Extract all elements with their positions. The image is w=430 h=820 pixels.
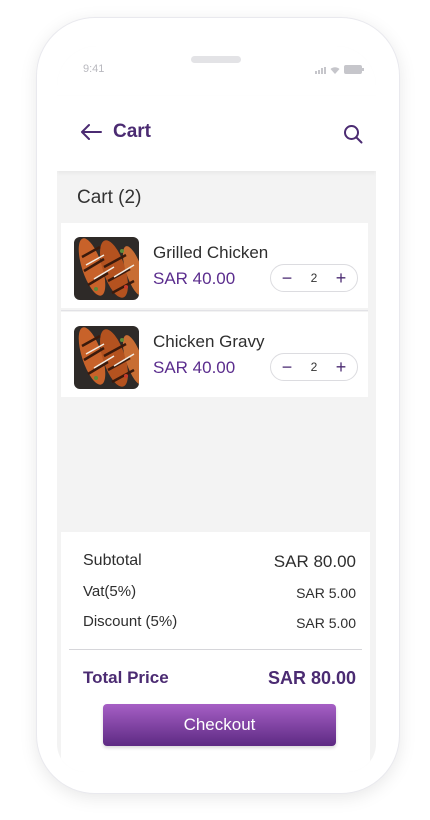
speaker-notch xyxy=(191,56,241,63)
subtotal-row: Subtotal SAR 80.00 xyxy=(83,552,356,572)
status-bar: 9:41 xyxy=(57,46,376,96)
item-name: Grilled Chicken xyxy=(153,243,269,262)
vat-row: Vat(5%) SAR 5.00 xyxy=(83,583,356,601)
wifi-icon xyxy=(330,67,340,74)
food-thumbnail xyxy=(74,237,139,300)
quantity-value: 2 xyxy=(310,360,318,374)
quantity-stepper: − 2 + xyxy=(270,264,358,292)
page-title: Cart xyxy=(113,121,152,142)
plus-icon[interactable]: + xyxy=(334,358,348,376)
cart-item[interactable]: Chicken Gravy SAR 40.00 − 2 + xyxy=(61,310,368,397)
discount-row: Discount (5%) SAR 5.00 xyxy=(83,613,356,631)
checkout-button[interactable]: Checkout xyxy=(103,704,336,746)
status-time: 9:41 xyxy=(83,63,105,75)
app-header: Cart xyxy=(57,96,376,171)
order-summary: Subtotal SAR 80.00 Vat(5%) SAR 5.00 Disc… xyxy=(61,532,370,772)
total-value: SAR 80.00 xyxy=(267,668,356,688)
item-price: SAR 40.00 xyxy=(153,358,236,377)
quantity-value: 2 xyxy=(310,271,318,285)
cart-count-heading: Cart (2) xyxy=(77,187,142,208)
total-label: Total Price xyxy=(83,668,169,687)
discount-label: Discount (5%) xyxy=(83,613,178,630)
subtotal-label: Subtotal xyxy=(83,552,142,569)
minus-icon[interactable]: − xyxy=(280,358,294,376)
screen: 9:41 Cart Cart (2) Grilled Chicken SAR 4… xyxy=(57,46,376,772)
plus-icon[interactable]: + xyxy=(334,269,348,287)
cart-item[interactable]: Grilled Chicken SAR 40.00 − 2 + xyxy=(61,223,368,308)
minus-icon[interactable]: − xyxy=(280,269,294,287)
item-name: Chicken Gravy xyxy=(153,332,265,351)
discount-value: SAR 5.00 xyxy=(296,615,356,631)
quantity-stepper: − 2 + xyxy=(270,353,358,381)
item-price: SAR 40.00 xyxy=(153,269,236,288)
vat-label: Vat(5%) xyxy=(83,583,137,600)
status-icons xyxy=(315,65,364,74)
back-arrow-icon[interactable] xyxy=(79,122,103,142)
search-icon[interactable] xyxy=(342,123,364,145)
subtotal-value: SAR 80.00 xyxy=(273,552,356,571)
battery-icon xyxy=(344,65,364,74)
total-row: Total Price SAR 80.00 xyxy=(83,668,356,689)
vat-value: SAR 5.00 xyxy=(296,585,356,601)
signal-icon xyxy=(315,67,326,74)
summary-divider xyxy=(69,649,362,650)
food-thumbnail xyxy=(74,326,139,389)
phone-frame: 9:41 Cart Cart (2) Grilled Chicken SAR 4… xyxy=(37,18,399,793)
